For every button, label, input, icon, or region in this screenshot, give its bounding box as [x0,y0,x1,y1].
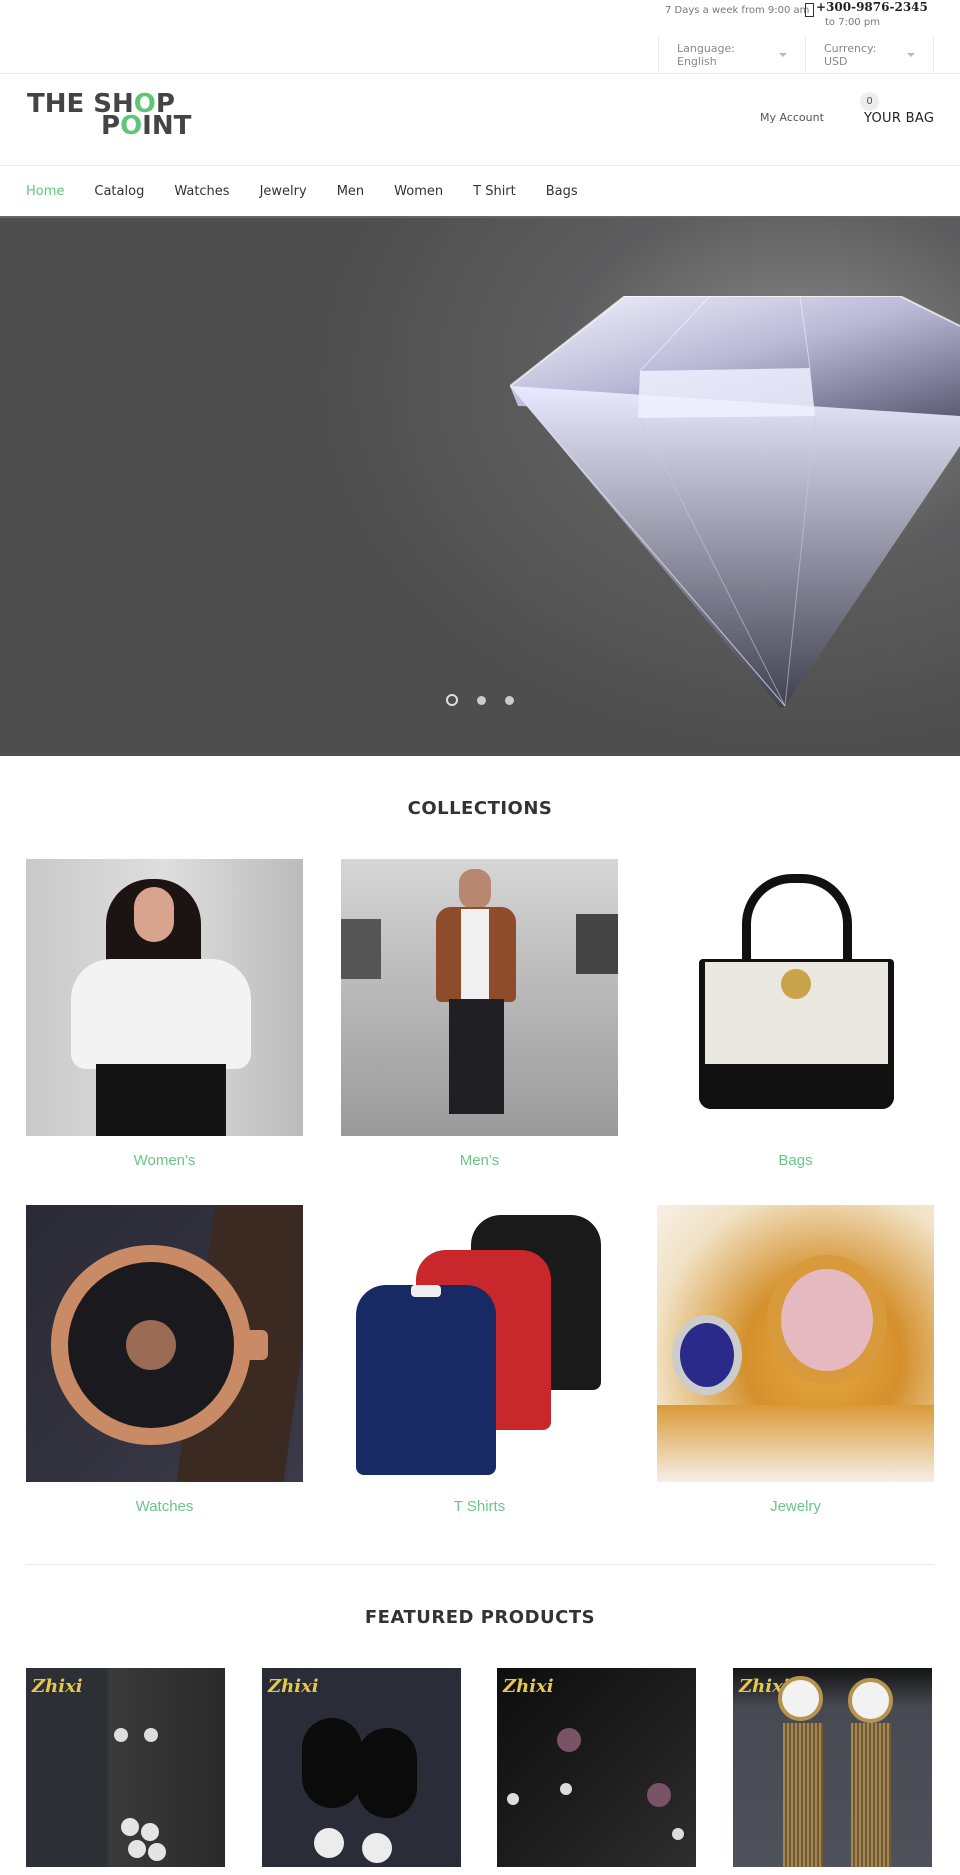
collection-card-mens[interactable]: Men's [341,859,618,1169]
collection-card-jewelry[interactable]: Jewelry [657,1205,934,1515]
slider-dot-2[interactable] [477,695,486,705]
featured-product-4[interactable]: Zhixi [733,1668,932,1867]
store-hours-start: 7 Days a week from 9:00 am [665,5,810,16]
logo-text: INT [142,111,192,141]
nav-item-home[interactable]: Home [26,184,64,199]
language-selector[interactable]: Language: English [659,36,806,74]
chevron-down-icon [907,53,915,57]
slider-dot-1[interactable] [446,694,458,706]
white-black-handbag-image[interactable] [657,859,934,1136]
collection-card-bags[interactable]: Bags [657,859,934,1169]
brand-watermark: Zhixi [268,1676,319,1697]
woman-lace-top-image[interactable] [26,859,303,1136]
rose-gold-watch-image[interactable] [26,1205,303,1482]
nav-item-men[interactable]: Men [337,184,364,199]
logo-text-accent: O [120,111,143,141]
collection-label[interactable]: Jewelry [657,1498,934,1515]
nav-item-women[interactable]: Women [394,184,443,199]
language-label: Language: English [677,42,735,68]
my-account-link[interactable]: My Account [760,111,824,124]
store-hours-end: to 7:00 pm [825,17,880,28]
collection-label[interactable]: Men's [341,1152,618,1169]
slider-dot-3[interactable] [505,695,514,705]
nav-item-jewelry[interactable]: Jewelry [260,184,307,199]
brand-watermark: Zhixi [503,1676,554,1697]
site-header: THE SHOP POINT My Account 0 YOUR BAG [0,74,960,166]
site-logo[interactable]: THE SHOP POINT [27,91,191,139]
diamond-image [510,296,960,708]
collections-heading: COLLECTIONS [407,798,553,819]
section-divider [26,1564,934,1565]
hero-slider[interactable] [0,218,960,756]
your-bag-link[interactable]: YOUR BAG [864,111,934,126]
collection-label[interactable]: Bags [657,1152,934,1169]
nav-item-bags[interactable]: Bags [546,184,578,199]
main-nav: Home Catalog Watches Jewelry Men Women T… [0,166,960,218]
top-bar: 7 Days a week from 9:00 am +300-9876-234… [0,0,960,74]
nav-item-catalog[interactable]: Catalog [94,184,144,199]
featured-product-3[interactable]: Zhixi [497,1668,696,1867]
collection-label[interactable]: Women's [26,1152,303,1169]
nav-item-t-shirt[interactable]: T Shirt [473,184,516,199]
currency-selector[interactable]: Currency: USD [806,36,934,74]
locale-selectors: Language: English Currency: USD [658,36,934,74]
featured-product-1[interactable]: Zhixi [26,1668,225,1867]
collection-label[interactable]: Watches [26,1498,303,1515]
chevron-down-icon [779,53,787,57]
slider-pagination [0,694,960,706]
collection-card-womens[interactable]: Women's [26,859,303,1169]
featured-products-heading: FEATURED PRODUCTS [364,1607,596,1628]
collection-label[interactable]: T Shirts [341,1498,618,1515]
logo-text: P [101,111,121,141]
phone-number[interactable]: +300-9876-2345 [816,0,928,14]
bag-count-badge: 0 [860,92,879,111]
polo-shirts-image[interactable] [341,1205,618,1482]
collection-card-t-shirts[interactable]: T Shirts [341,1205,618,1515]
collection-card-watches[interactable]: Watches [26,1205,303,1515]
man-brown-jacket-image[interactable] [341,859,618,1136]
gold-rings-image[interactable] [657,1205,934,1482]
brand-watermark: Zhixi [32,1676,83,1697]
featured-product-2[interactable]: Zhixi [262,1668,461,1867]
currency-label: Currency: USD [824,42,877,68]
phone-icon [805,3,814,17]
nav-item-watches[interactable]: Watches [174,184,229,199]
